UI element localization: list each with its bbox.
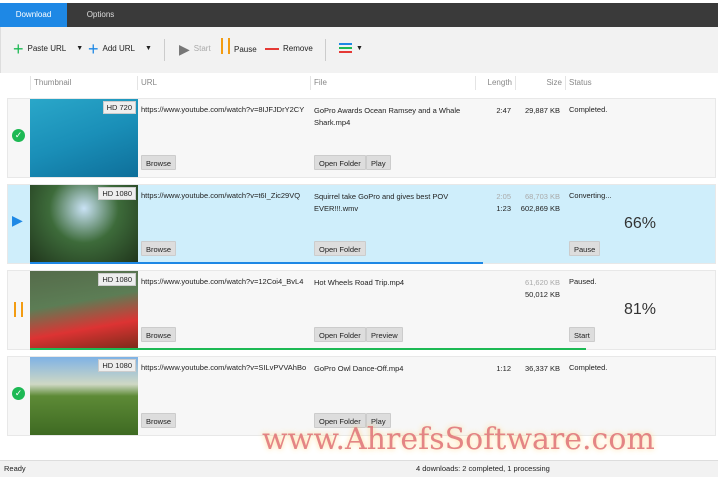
file-name: GoPro Awards Ocean Ramsey and a Whale Sh…	[314, 106, 461, 127]
plus-icon: +	[88, 38, 99, 59]
size: 61,620 KB 50,012 KB	[525, 277, 560, 301]
url-text: https://www.youtube.com/watch?v=8IJFJDrY…	[141, 105, 305, 114]
length: 1:12	[496, 363, 511, 375]
progress-bar	[30, 348, 587, 350]
size-value: 68,703 KB	[524, 192, 560, 201]
size: 36,337 KB	[525, 363, 560, 375]
length-value: 2:47	[496, 106, 511, 115]
column-url[interactable]: URL	[137, 76, 310, 90]
status-text: Completed.	[569, 105, 608, 114]
quality-badge: HD 1080	[98, 187, 136, 200]
plus-icon: +	[13, 38, 24, 59]
minus-icon	[265, 47, 279, 50]
progress-percent: 66%	[624, 215, 657, 232]
pause-label: Pause	[234, 44, 257, 54]
menu-button[interactable]: ▼	[339, 43, 363, 53]
start-button[interactable]: ▶ Start	[179, 40, 211, 57]
length: 2:05 1:23	[496, 191, 511, 215]
browse-button[interactable]: Browse	[141, 413, 177, 428]
video-thumbnail: HD 720	[30, 99, 138, 177]
column-length[interactable]: Length	[475, 76, 515, 90]
length-value: 1:12	[496, 364, 511, 373]
quality-badge: HD 1080	[98, 359, 136, 372]
status-text: Completed.	[569, 363, 608, 372]
watermark: www.AhrefsSoftware.com	[262, 422, 655, 457]
browse-button[interactable]: Browse	[141, 327, 177, 342]
start-label: Start	[193, 44, 211, 53]
pause-icon	[221, 38, 230, 54]
video-thumbnail: HD 1080	[30, 271, 138, 349]
open-folder-button[interactable]: Open Folder	[314, 241, 366, 256]
size-value: 29,887 KB	[524, 106, 560, 115]
url-text: https://www.youtube.com/watch?v=t6I_Zic2…	[141, 191, 301, 200]
length: 2:47	[496, 105, 511, 117]
column-status[interactable]: Status	[565, 76, 715, 90]
divider	[325, 39, 326, 61]
play-icon: ▶	[179, 40, 190, 57]
download-row[interactable]: HD 1080 https://www.youtube.com/watch?v=…	[7, 270, 716, 350]
quality-badge: HD 720	[102, 101, 136, 114]
chevron-down-icon[interactable]: ▼	[76, 45, 83, 52]
file-name: Hot Wheels Road Trip.mp4	[314, 278, 405, 287]
remove-button[interactable]: Remove	[265, 44, 313, 53]
add-url-label: Add URL	[102, 44, 135, 53]
toolbar: + Paste URL ▼ + Add URL ▼ ▶ Start Pause …	[0, 27, 718, 73]
quality-badge: HD 1080	[98, 273, 136, 286]
tab-options[interactable]: Options	[67, 3, 134, 27]
chevron-down-icon: ▼	[356, 44, 363, 52]
check-icon: ✓	[12, 387, 25, 400]
paste-url-button[interactable]: + Paste URL ▼	[13, 38, 83, 59]
video-thumbnail: HD 1080	[30, 357, 138, 435]
pause-button[interactable]: Pause	[221, 38, 257, 54]
preview-button[interactable]: Preview	[366, 327, 403, 342]
progress-bar	[30, 262, 484, 264]
size-value-converted: 50,012 KB	[524, 290, 560, 299]
progress-percent: 81%	[624, 301, 657, 318]
chevron-down-icon[interactable]: ▼	[145, 45, 152, 52]
column-file[interactable]: File	[310, 76, 475, 90]
length-value-converted: 1:23	[496, 204, 511, 213]
start-button[interactable]: Start	[569, 327, 595, 342]
browse-button[interactable]: Browse	[141, 155, 177, 170]
size-value-converted: 602,869 KB	[520, 204, 560, 213]
tab-bar: Download Options	[0, 3, 718, 27]
url-text: https://www.youtube.com/watch?v=12Coi4_B…	[141, 277, 304, 286]
status-bar: Ready 4 downloads: 2 completed, 1 proces…	[0, 460, 718, 477]
size-value: 36,337 KB	[524, 364, 560, 373]
column-thumbnail[interactable]: Thumbnail	[30, 76, 137, 90]
pause-button[interactable]: Pause	[569, 241, 601, 256]
length-value: 2:05	[496, 192, 511, 201]
download-row[interactable]: ▶ HD 1080 https://www.youtube.com/watch?…	[7, 184, 716, 264]
status-ready: Ready	[4, 464, 26, 473]
open-folder-button[interactable]: Open Folder	[314, 327, 366, 342]
download-summary: 4 downloads: 2 completed, 1 processing	[416, 464, 550, 473]
status-text: Converting...	[569, 191, 612, 200]
video-thumbnail: HD 1080	[30, 185, 138, 263]
add-url-button[interactable]: + Add URL ▼	[88, 38, 152, 59]
remove-label: Remove	[283, 44, 313, 53]
download-row[interactable]: ✓ HD 720 https://www.youtube.com/watch?v…	[7, 98, 716, 178]
status-text: Paused.	[569, 277, 597, 286]
menu-icon	[339, 43, 352, 53]
open-folder-button[interactable]: Open Folder	[314, 155, 366, 170]
divider	[164, 39, 165, 61]
url-text: https://www.youtube.com/watch?v=SILvPVVA…	[141, 363, 307, 372]
browse-button[interactable]: Browse	[141, 241, 177, 256]
check-icon: ✓	[12, 129, 25, 142]
play-button[interactable]: Play	[366, 155, 391, 170]
paste-url-label: Paste URL	[27, 44, 67, 53]
size: 29,887 KB	[525, 105, 560, 117]
play-icon: ▶	[12, 212, 23, 228]
file-name: GoPro Owl Dance-Off.mp4	[314, 364, 404, 373]
size: 68,703 KB 602,869 KB	[521, 191, 560, 215]
file-name: Squirrel take GoPro and gives best POV E…	[314, 192, 449, 213]
pause-icon	[14, 302, 23, 317]
column-size[interactable]: Size	[515, 76, 565, 90]
tab-download[interactable]: Download	[0, 3, 67, 27]
size-value: 61,620 KB	[524, 278, 560, 287]
